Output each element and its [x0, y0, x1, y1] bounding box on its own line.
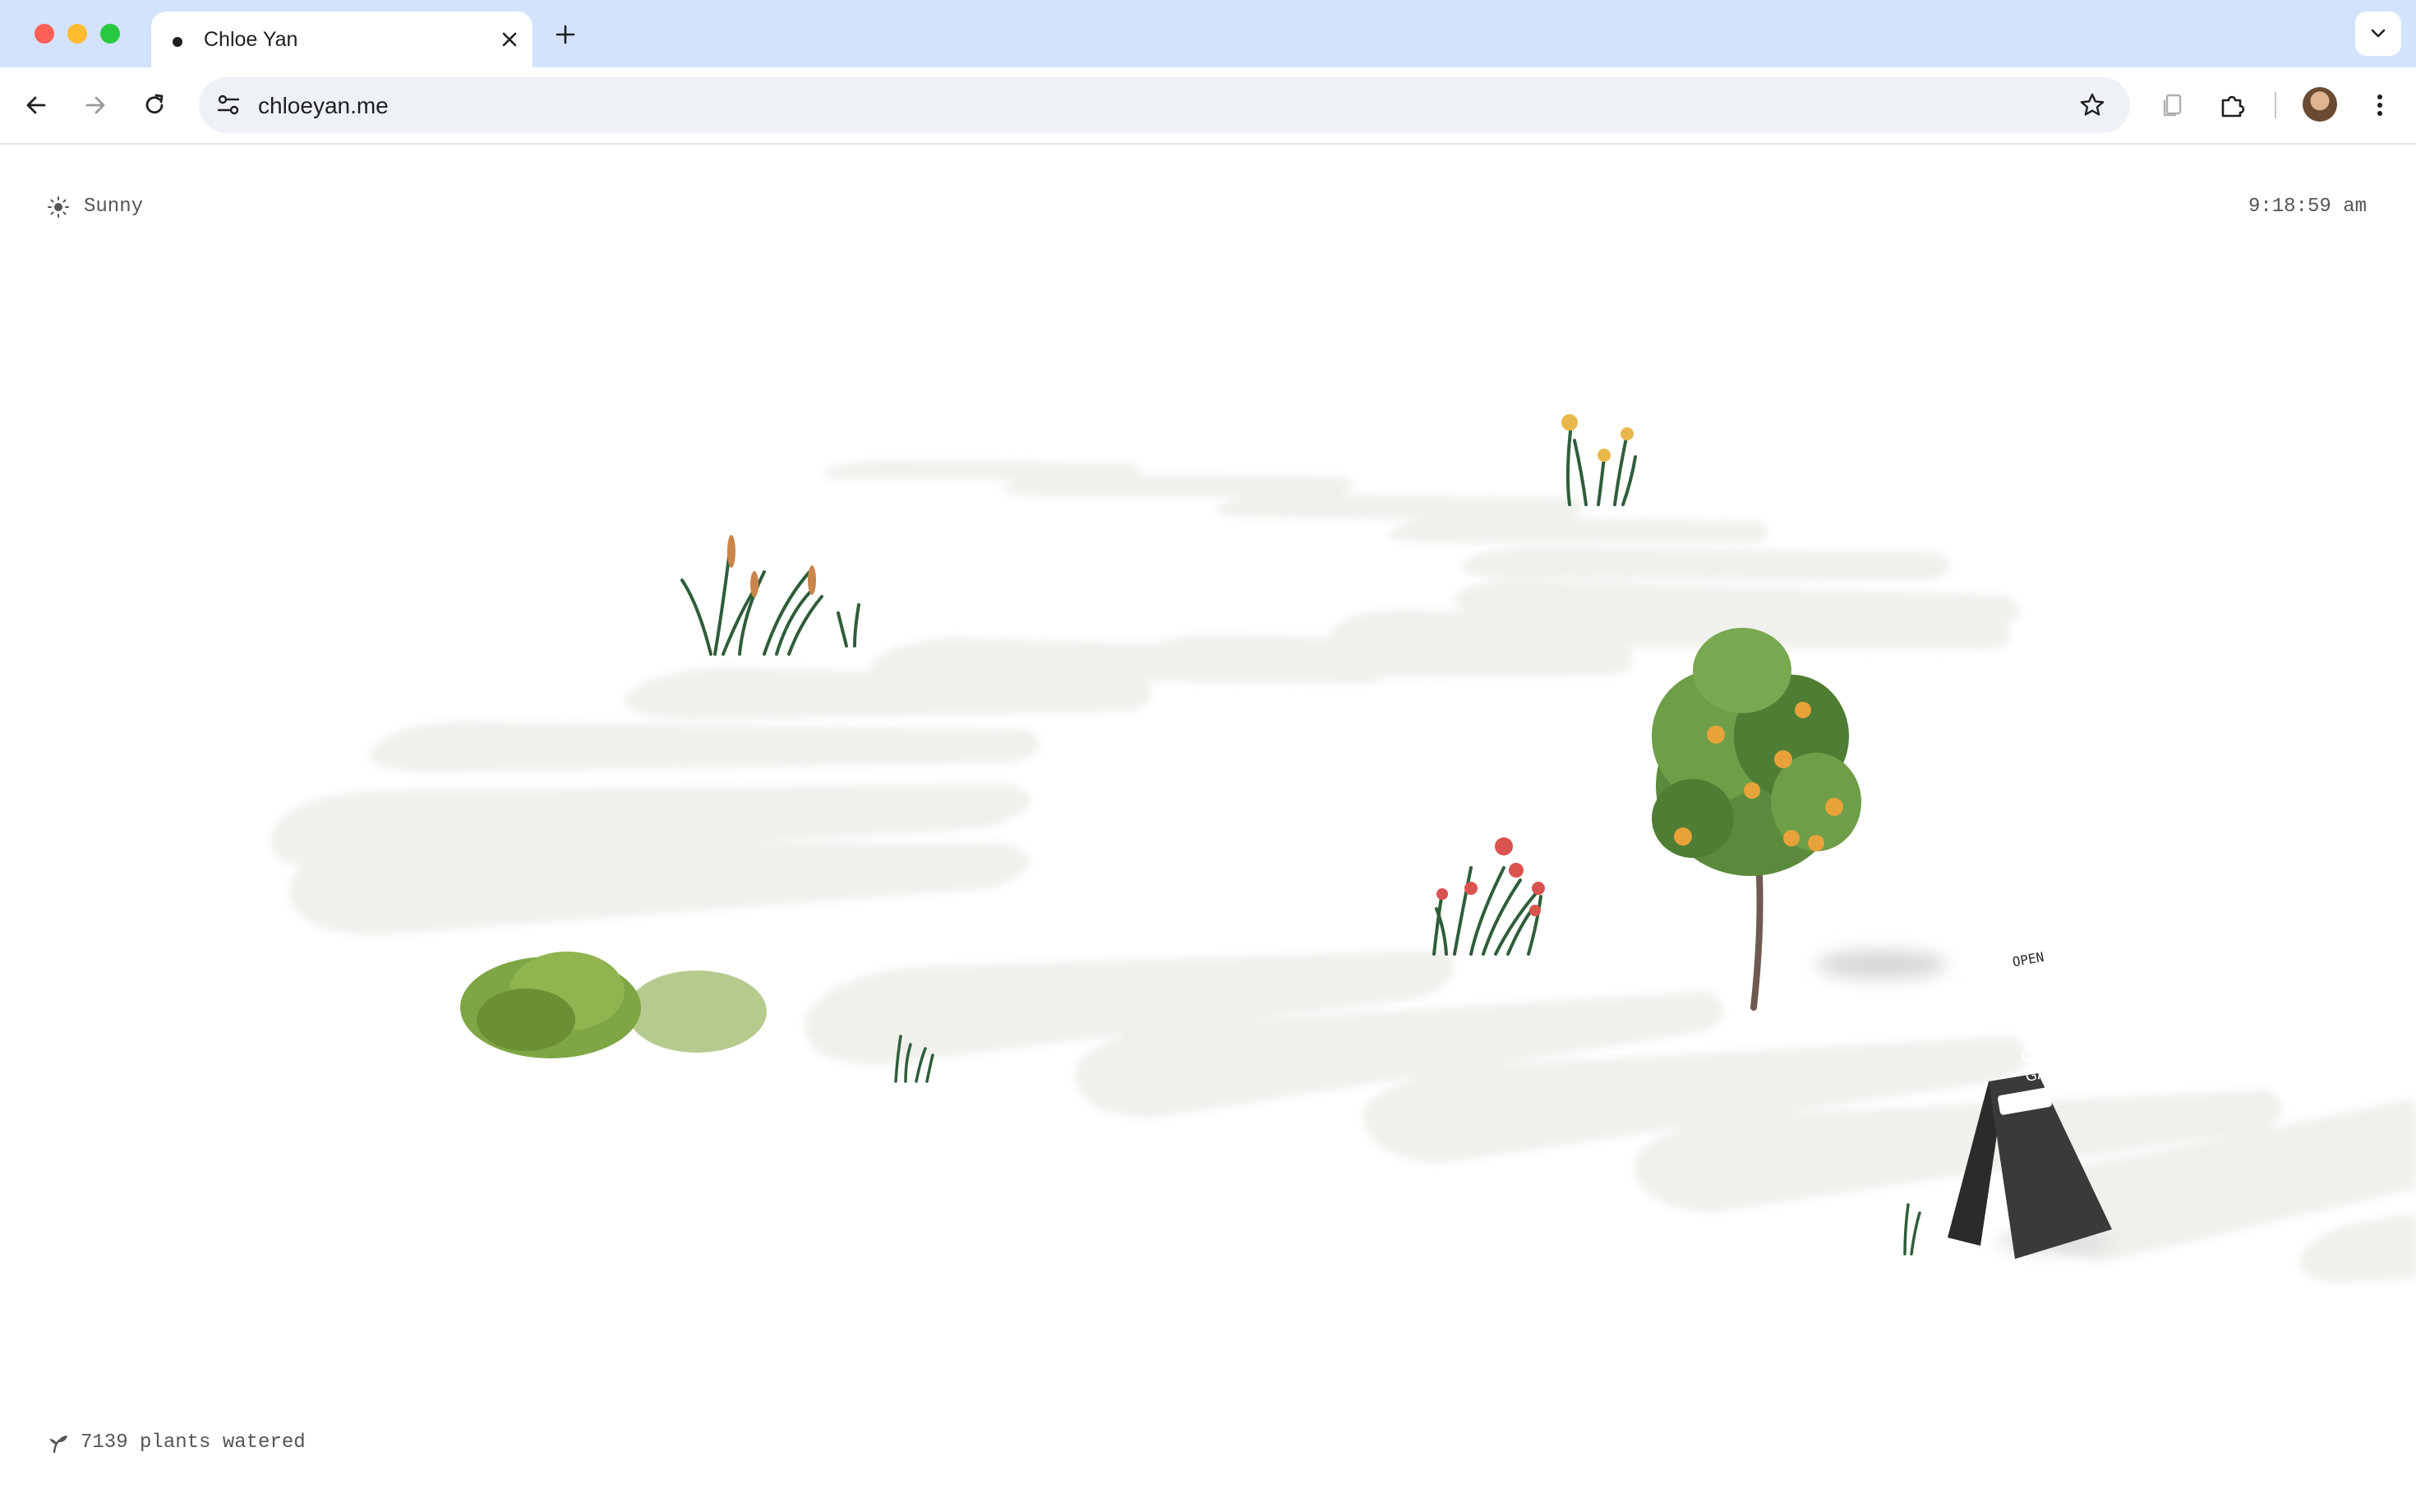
weather-indicator: Sunny	[48, 196, 143, 218]
cattail-grass	[680, 536, 860, 656]
forward-icon[interactable]	[79, 89, 112, 122]
back-icon[interactable]	[20, 89, 53, 122]
url-text: chloeyan.me	[258, 93, 389, 118]
weather-label: Sunny	[84, 196, 144, 218]
copy-icon[interactable]	[2156, 89, 2189, 122]
minimize-window-button[interactable]	[67, 24, 87, 44]
tab-title: Chloe Yan	[204, 28, 298, 51]
toolbar-divider	[2275, 92, 2276, 118]
bookmark-star-icon[interactable]	[2077, 90, 2107, 120]
new-tab-icon[interactable]	[551, 20, 580, 49]
stone-path	[270, 460, 2416, 1283]
yellow-flowers	[1561, 414, 1637, 506]
sprout-icon	[49, 1435, 67, 1453]
address-bar[interactable]: chloeyan.me	[199, 77, 2130, 133]
extensions-icon[interactable]	[2215, 89, 2248, 122]
garden-page: OPEN WELCOME TO CHLOE'S GARDEN Sunny 9:1…	[0, 145, 2416, 1512]
maximize-window-button[interactable]	[100, 24, 120, 44]
watered-label: 7139 plants watered	[81, 1431, 306, 1454]
cattail-heads	[727, 535, 816, 597]
close-icon[interactable]	[496, 26, 523, 53]
profile-avatar[interactable]	[2303, 87, 2337, 122]
site-settings-icon[interactable]	[214, 90, 243, 120]
orange-tree	[1652, 628, 1948, 1011]
tab-favicon	[173, 37, 182, 47]
tab-active[interactable]: Chloe Yan	[151, 12, 533, 67]
bushes	[460, 952, 767, 1058]
red-flowers	[1432, 837, 1545, 956]
chevron-down-icon	[2371, 29, 2386, 38]
toolbar: chloeyan.me	[0, 67, 2416, 145]
tab-bar: Chloe Yan	[0, 0, 2416, 67]
more-menu-icon[interactable]	[2363, 89, 2396, 122]
clock-time: 9:18:59 am	[2248, 196, 2367, 218]
tab-search-button[interactable]	[2355, 12, 2401, 56]
close-window-button[interactable]	[35, 24, 54, 44]
reload-icon[interactable]	[138, 89, 171, 122]
watered-counter: 7139 plants watered	[48, 1431, 306, 1454]
garden-illustration	[270, 414, 2416, 1283]
sun-icon	[48, 196, 69, 218]
